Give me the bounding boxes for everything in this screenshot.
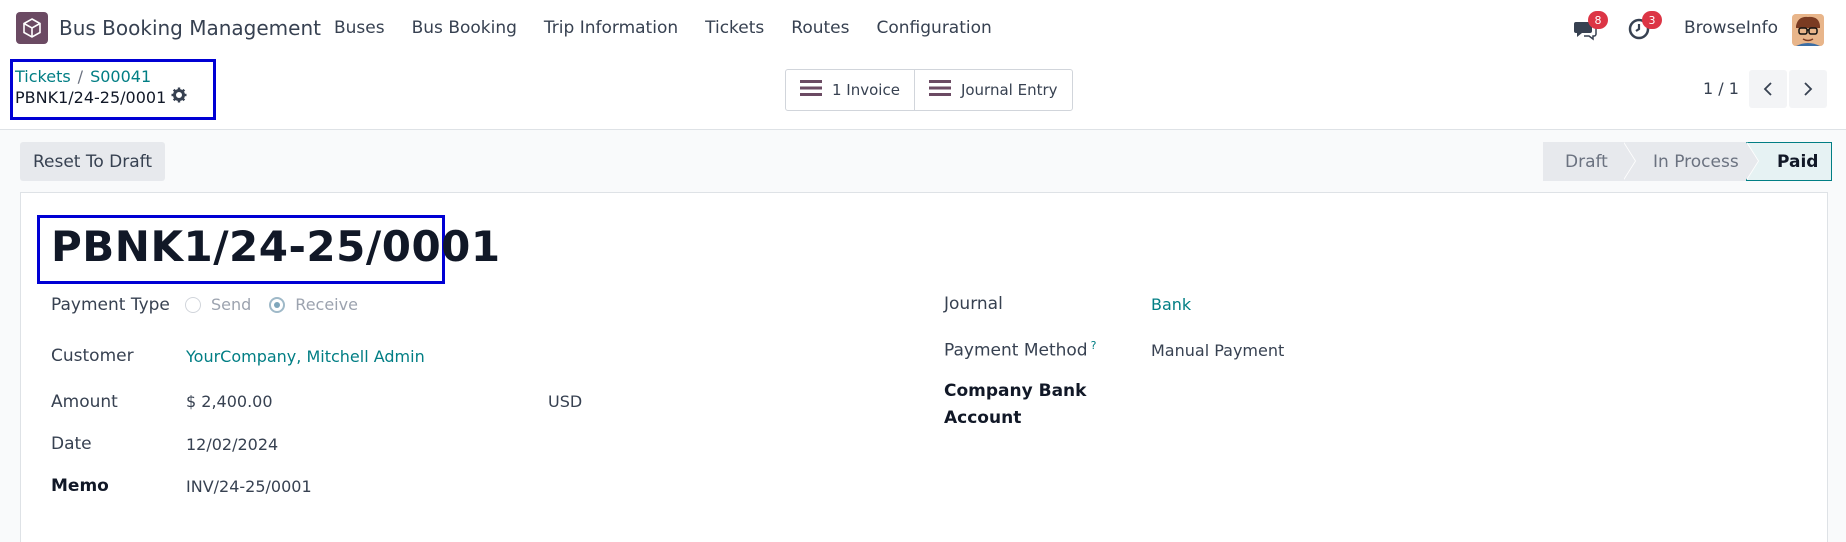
journal-entry-smart-button[interactable]: Journal Entry	[913, 70, 1072, 110]
stage-paid-label: Paid	[1777, 151, 1819, 172]
payment-method-value[interactable]: Manual Payment	[1151, 341, 1284, 360]
messages-icon[interactable]: 8	[1573, 11, 1608, 41]
radio-receive[interactable]	[269, 296, 286, 313]
payment-title: PBNK1/24-25/0001	[51, 222, 501, 271]
company-bank-account-label-line1: Company Bank	[944, 381, 1087, 401]
radio-send-label: Send	[211, 295, 252, 314]
chevron-left-icon	[1763, 82, 1772, 96]
menu-item-tickets[interactable]: Tickets	[705, 18, 764, 38]
payment-type-label: Payment Type	[51, 295, 170, 315]
journal-label: Journal	[944, 294, 1003, 314]
date-value[interactable]: 12/02/2024	[186, 435, 278, 454]
menu-item-trip-information[interactable]: Trip Information	[544, 18, 678, 38]
customer-link[interactable]: YourCompany, Mitchell Admin	[186, 347, 425, 366]
record-name-breadcrumb: PBNK1/24-25/0001	[15, 87, 187, 107]
pager-previous-button[interactable]	[1749, 70, 1787, 108]
user-avatar[interactable]	[1792, 14, 1824, 46]
invoice-smart-button-label: 1 Invoice	[832, 81, 900, 99]
app-title[interactable]: Bus Booking Management	[59, 16, 321, 40]
main-menu: Buses Bus Booking Trip Information Ticke…	[334, 18, 1019, 38]
stage-in-process[interactable]: In Process	[1623, 142, 1759, 181]
stage-draft[interactable]: Draft	[1543, 142, 1636, 181]
stage-in-process-label: In Process	[1653, 151, 1739, 172]
radio-send[interactable]	[185, 296, 201, 313]
invoice-smart-button[interactable]: 1 Invoice	[786, 70, 914, 110]
breadcrumb-separator: /	[77, 67, 84, 86]
radio-receive-label: Receive	[295, 295, 358, 314]
pager-value[interactable]: 1 / 1	[1703, 79, 1739, 98]
activities-clock-icon[interactable]: 3	[1627, 11, 1662, 41]
smart-buttons: 1 Invoice Journal Entry	[785, 69, 1073, 111]
date-label: Date	[51, 434, 92, 454]
stage-draft-label: Draft	[1565, 151, 1608, 172]
record-name: PBNK1/24-25/0001	[15, 87, 167, 107]
company-switcher[interactable]: BrowseInfo	[1684, 18, 1778, 38]
breadcrumb: Tickets / S00041	[15, 67, 151, 86]
breadcrumb-tickets-link[interactable]: Tickets	[15, 67, 71, 86]
company-bank-account-label-line2: Account	[944, 408, 1022, 428]
memo-value[interactable]: INV/24-25/0001	[186, 477, 312, 496]
activities-badge: 3	[1642, 11, 1662, 29]
list-bars-icon	[800, 79, 822, 101]
control-panel: Tickets / S00041 PBNK1/24-25/0001 1 Invoic…	[0, 58, 1846, 130]
gear-icon[interactable]	[171, 87, 187, 107]
app-logo-icon[interactable]	[16, 12, 48, 44]
reset-to-draft-button[interactable]: Reset To Draft	[20, 142, 165, 181]
menu-item-bus-booking[interactable]: Bus Booking	[412, 18, 517, 38]
journal-entry-smart-button-label: Journal Entry	[960, 81, 1058, 99]
status-bar: Draft In Process Paid	[1543, 142, 1832, 181]
help-tooltip-icon[interactable]: ?	[1091, 339, 1097, 352]
journal-link[interactable]: Bank	[1151, 295, 1191, 314]
messages-badge: 8	[1588, 11, 1608, 29]
payment-method-label: Payment Method?	[944, 339, 1096, 361]
payment-method-label-text: Payment Method	[944, 340, 1088, 361]
top-navbar: Bus Booking Management Buses Bus Booking…	[0, 0, 1846, 58]
list-bars-icon	[928, 79, 951, 101]
menu-item-configuration[interactable]: Configuration	[877, 18, 992, 38]
menu-item-buses[interactable]: Buses	[334, 18, 385, 38]
breadcrumb-ticket-link[interactable]: S00041	[90, 67, 151, 86]
amount-label: Amount	[51, 392, 118, 412]
pager-next-button[interactable]	[1789, 70, 1827, 108]
memo-label: Memo	[51, 476, 109, 496]
chevron-right-icon	[1804, 82, 1813, 96]
menu-item-routes[interactable]: Routes	[791, 18, 849, 38]
payment-type-radio-group: Send Receive	[185, 295, 358, 314]
customer-label: Customer	[51, 346, 134, 366]
currency-value[interactable]: USD	[548, 392, 582, 411]
amount-value[interactable]: $ 2,400.00	[186, 392, 273, 411]
